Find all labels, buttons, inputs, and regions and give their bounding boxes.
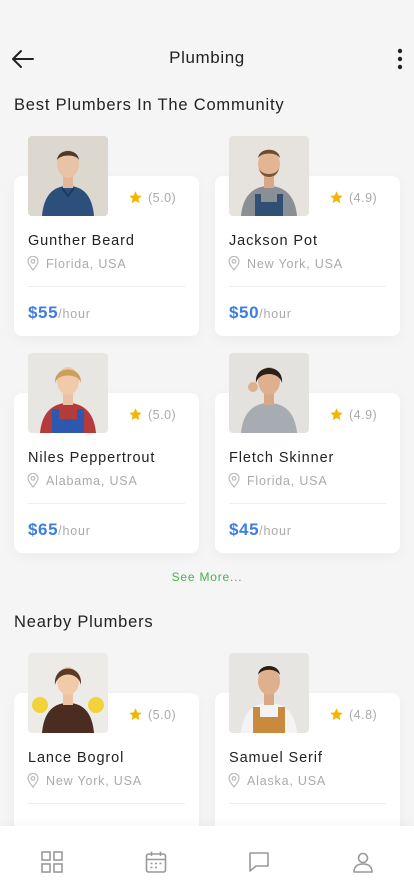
- rating-value: (5.0): [148, 407, 177, 422]
- plumber-location: Alaska, USA: [228, 773, 326, 788]
- rating-value: (4.9): [349, 190, 378, 205]
- rating: (4.9): [329, 190, 377, 205]
- location-text: Alaska, USA: [247, 773, 326, 788]
- plumber-price: $50/hour: [229, 303, 292, 323]
- location-text: Florida, USA: [46, 256, 127, 271]
- plumber-location: Florida, USA: [27, 256, 126, 271]
- rating: (5.0): [128, 707, 176, 722]
- nav-home[interactable]: [40, 850, 66, 876]
- price-amount: $55: [28, 303, 59, 322]
- location-pin-icon: [27, 256, 39, 271]
- rating: (4.8): [329, 707, 377, 722]
- rating: (4.9): [329, 407, 377, 422]
- worker-avatar-icon: [28, 136, 108, 216]
- worker-avatar-icon: [28, 653, 108, 733]
- location-text: Alabama, USA: [46, 473, 138, 488]
- divider: [28, 286, 185, 287]
- location-pin-icon: [228, 473, 240, 488]
- star-icon: [129, 191, 142, 204]
- nearby-plumbers-title: Nearby Plumbers: [14, 613, 154, 631]
- rating-value: (5.0): [148, 707, 177, 722]
- star-icon: [129, 408, 142, 421]
- plumber-name: Samuel Serif: [229, 750, 323, 766]
- rating-value: (5.0): [148, 190, 177, 205]
- star-icon: [129, 708, 142, 721]
- star-icon: [330, 191, 343, 204]
- location-text: New York, USA: [46, 773, 142, 788]
- plumber-location: New York, USA: [27, 773, 142, 788]
- nav-profile[interactable]: [351, 850, 377, 876]
- location-pin-icon: [27, 473, 39, 488]
- plumber-photo: [28, 653, 108, 733]
- location-text: Florida, USA: [247, 473, 328, 488]
- profile-icon: [353, 852, 373, 873]
- price-unit: /hour: [259, 307, 292, 321]
- see-more-link[interactable]: See More...: [0, 570, 414, 584]
- calendar-icon: [145, 851, 167, 873]
- plumber-photo: [229, 353, 309, 433]
- bottom-navigation: [0, 826, 414, 896]
- plumber-name: Niles Peppertrout: [28, 450, 156, 466]
- best-plumbers-title: Best Plumbers In The Community: [14, 96, 285, 114]
- worker-avatar-icon: [229, 353, 309, 433]
- worker-avatar-icon: [28, 353, 108, 433]
- divider: [28, 503, 185, 504]
- location-pin-icon: [27, 773, 39, 788]
- more-options-button[interactable]: [394, 45, 406, 73]
- nav-calendar[interactable]: [144, 850, 170, 876]
- divider: [229, 803, 386, 804]
- price-unit: /hour: [58, 307, 91, 321]
- plumber-price: $45/hour: [229, 520, 292, 540]
- divider: [229, 503, 386, 504]
- divider: [229, 286, 386, 287]
- plumber-location: Florida, USA: [228, 473, 327, 488]
- star-icon: [330, 408, 343, 421]
- plumber-photo: [28, 136, 108, 216]
- location-text: New York, USA: [247, 256, 343, 271]
- rating-value: (4.8): [349, 707, 378, 722]
- price-unit: /hour: [259, 524, 292, 538]
- divider: [28, 803, 185, 804]
- worker-avatar-icon: [229, 653, 309, 733]
- price-amount: $50: [229, 303, 260, 322]
- rating-value: (4.9): [349, 407, 378, 422]
- price-unit: /hour: [58, 524, 91, 538]
- location-pin-icon: [228, 773, 240, 788]
- app-header: Plumbing: [0, 0, 414, 90]
- price-amount: $45: [229, 520, 260, 539]
- plumber-name: Lance Bogrol: [28, 750, 125, 766]
- star-icon: [330, 708, 343, 721]
- plumber-price: $55/hour: [28, 303, 91, 323]
- price-amount: $65: [28, 520, 59, 539]
- nav-messages[interactable]: [247, 850, 273, 876]
- rating: (5.0): [128, 407, 176, 422]
- plumber-name: Gunther Beard: [28, 233, 135, 249]
- chat-icon: [249, 852, 269, 872]
- more-vertical-icon: [397, 48, 403, 70]
- rating: (5.0): [128, 190, 176, 205]
- page-title: Plumbing: [169, 48, 245, 67]
- plumber-location: Alabama, USA: [27, 473, 138, 488]
- plumber-name: Jackson Pot: [229, 233, 318, 249]
- plumber-price: $65/hour: [28, 520, 91, 540]
- plumber-name: Fletch Skinner: [229, 450, 335, 466]
- plumber-photo: [28, 353, 108, 433]
- plumber-photo: [229, 136, 309, 216]
- plumber-photo: [229, 653, 309, 733]
- grid-icon: [41, 851, 63, 873]
- plumber-location: New York, USA: [228, 256, 343, 271]
- location-pin-icon: [228, 256, 240, 271]
- worker-avatar-icon: [229, 136, 309, 216]
